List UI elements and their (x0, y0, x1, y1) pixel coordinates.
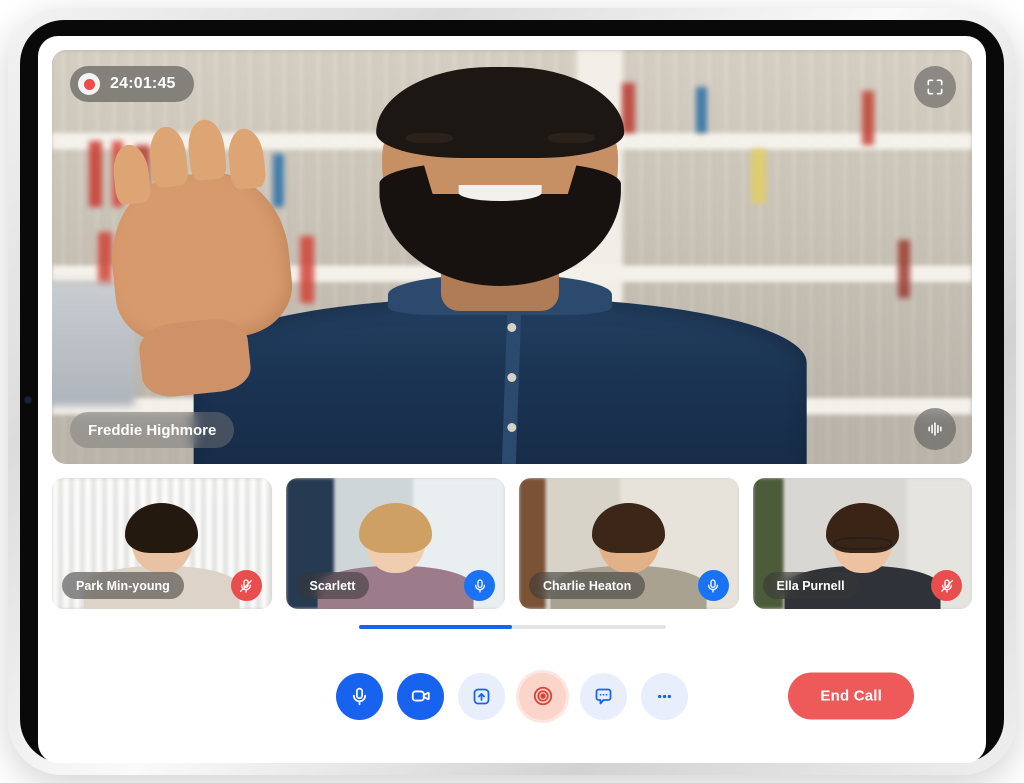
participant-name: Ella Purnell (762, 572, 859, 599)
participant-name: Park Min-young (62, 572, 184, 599)
record-dot-icon (78, 73, 100, 95)
participant-thumbnail-row: Park Min-young Scarlett Charlie Heaton E… (38, 464, 986, 609)
recording-timer-badge: 24:01:45 (70, 66, 194, 102)
microphone-button[interactable] (336, 672, 383, 720)
chat-button[interactable] (580, 672, 627, 720)
speaker-person (103, 50, 807, 464)
microphone-muted-icon[interactable] (230, 570, 262, 601)
fullscreen-icon[interactable] (914, 66, 956, 108)
recording-duration: 24:01:45 (110, 75, 176, 92)
call-controls-bar: End Call (38, 629, 986, 763)
tablet-device-frame: 24:01:45 Freddie Highmore Park Min-young… (8, 8, 1016, 775)
microphone-icon[interactable] (464, 570, 495, 601)
more-options-button[interactable] (641, 672, 688, 720)
microphone-muted-icon[interactable] (931, 570, 962, 601)
participant-tile-2[interactable]: Charlie Heaton (519, 478, 739, 609)
tablet-screen: 24:01:45 Freddie Highmore Park Min-young… (38, 36, 986, 763)
participant-tile-1[interactable]: Scarlett (285, 478, 505, 609)
participant-name: Scarlett (295, 572, 370, 599)
record-button[interactable] (519, 672, 566, 720)
main-speaker-video[interactable]: 24:01:45 Freddie Highmore (52, 50, 972, 464)
call-controls-group (336, 672, 688, 720)
audio-waveform-icon[interactable] (914, 408, 956, 450)
front-camera-icon (25, 397, 31, 403)
participant-tile-0[interactable]: Park Min-young (52, 478, 272, 609)
waving-hand (103, 118, 297, 349)
screenshot-root: 24:01:45 Freddie Highmore Park Min-young… (0, 0, 1024, 783)
main-speaker-name: Freddie Highmore (70, 412, 235, 448)
microphone-icon[interactable] (697, 570, 729, 601)
eyeglasses (832, 536, 892, 551)
share-screen-button[interactable] (458, 672, 505, 720)
end-call-button[interactable]: End Call (788, 672, 914, 720)
participant-tile-3[interactable]: Ella Purnell (752, 478, 972, 609)
video-camera-button[interactable] (397, 672, 444, 720)
thumbnail-scroll-indicator[interactable] (38, 609, 986, 629)
participant-name: Charlie Heaton (529, 572, 646, 599)
